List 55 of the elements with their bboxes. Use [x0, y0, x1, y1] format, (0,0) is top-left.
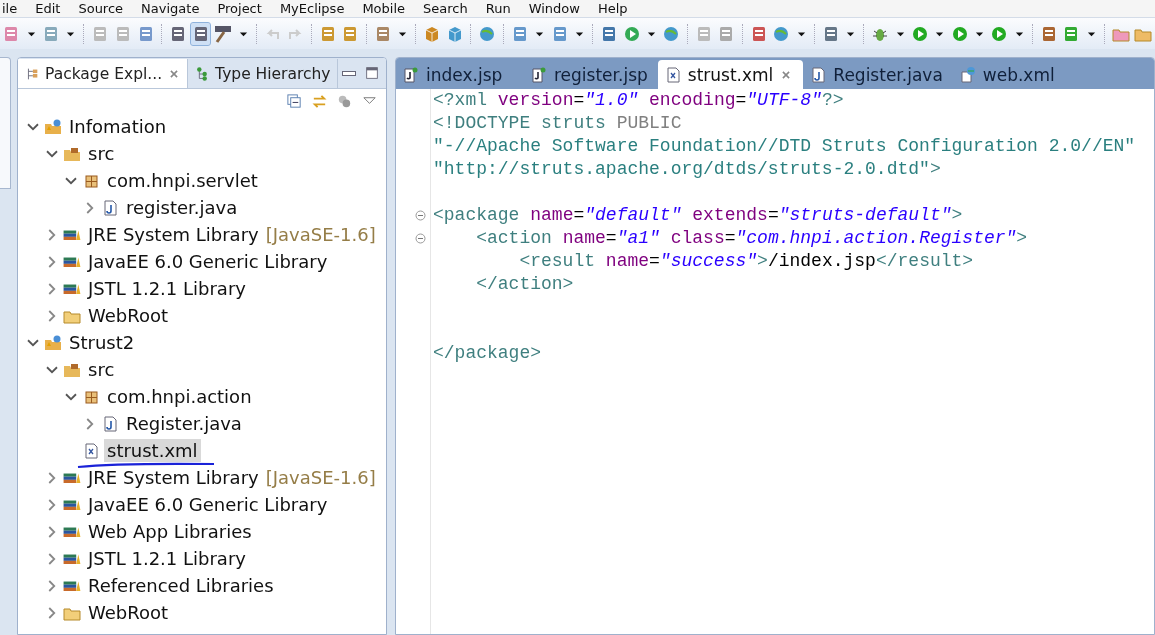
tree-item[interactable]: JSTL 1.2.1 Library — [85, 277, 249, 300]
tree-item[interactable]: Referenced Libraries — [85, 574, 277, 597]
tree-item[interactable]: com.hnpi.action — [104, 385, 255, 408]
editor-tab[interactable]: register.jsp — [524, 60, 658, 89]
tree-item[interactable]: JSTL 1.2.1 Library — [85, 547, 249, 570]
tab-label: Package Expl... — [45, 64, 163, 83]
view-tab[interactable]: Type Hierarchy — [188, 59, 338, 88]
tab-label: Type Hierarchy — [215, 64, 331, 83]
menu-item[interactable]: Edit — [35, 1, 61, 16]
tree-item[interactable]: Strust2 — [66, 331, 138, 354]
tree-item[interactable]: Web App Libraries — [85, 520, 255, 543]
menu-item[interactable]: Project — [217, 1, 262, 16]
tree-item[interactable]: Infomation — [66, 115, 170, 138]
tree-item[interactable]: JavaEE 6.0 Generic Library — [85, 493, 331, 516]
tree-item[interactable]: com.hnpi.servlet — [104, 169, 261, 192]
library-version: [JavaSE-1.6] — [265, 224, 376, 245]
tab-label: strust.xml — [687, 64, 774, 85]
tree-item[interactable]: JavaEE 6.0 Generic Library — [85, 250, 331, 273]
tab-label: Register.java — [833, 64, 943, 85]
menu-item[interactable]: ile — [2, 1, 18, 16]
tab-label: index.jsp — [426, 64, 503, 85]
code-line: <result name="success">/index.jsp</result> — [518, 250, 975, 273]
menu-item[interactable]: Mobile — [362, 1, 406, 16]
menu-item[interactable]: Window — [528, 1, 580, 16]
tab-label: web.xml — [982, 64, 1055, 85]
tree-item[interactable]: strust.xml — [104, 439, 201, 462]
code-line: <?xml version="1.0" encoding="UTF-8"?> — [433, 89, 845, 112]
menu-item[interactable]: MyEclipse — [279, 1, 345, 16]
tree-item[interactable]: JRE System Library — [85, 223, 262, 246]
code-line: </package> — [433, 342, 543, 365]
tree-item[interactable]: Register.java — [123, 412, 245, 435]
tree-item[interactable]: src — [85, 358, 118, 381]
tree-item[interactable]: WebRoot — [85, 304, 172, 327]
editor-tab[interactable]: index.jsp — [396, 60, 524, 89]
menu-item[interactable]: Help — [597, 1, 628, 16]
code-line: "-//Apache Software Foundation//DTD Struts Configuration 2.0//EN" — [433, 135, 1136, 158]
code-line: </action> — [475, 273, 575, 296]
menu-item[interactable]: Run — [485, 1, 511, 16]
editor-tab[interactable]: web.xml — [952, 60, 1081, 89]
tab-label: register.jsp — [554, 64, 648, 85]
code-line: <!DOCTYPE struts PUBLIC — [433, 112, 683, 135]
tree-item[interactable]: JRE System Library — [85, 466, 262, 489]
code-line: <action name="a1" class="com.hnpi.action.Register"> — [475, 227, 1029, 250]
view-tab[interactable]: Package Expl... — [18, 59, 189, 88]
tree-item[interactable]: register.java — [123, 196, 241, 219]
menu-item[interactable]: Source — [78, 1, 124, 16]
tree-item[interactable]: WebRoot — [85, 601, 172, 624]
menu-item[interactable]: Navigate — [141, 1, 200, 16]
library-version: [JavaSE-1.6] — [265, 467, 376, 488]
code-line: <package name="default" extends="struts-default"> — [433, 204, 964, 227]
editor-tab[interactable]: Register.java — [803, 60, 953, 89]
menu-item[interactable]: Search — [423, 1, 468, 16]
editor-tab[interactable]: strust.xml — [657, 60, 804, 89]
code-line: "http://struts.apache.org/dtds/struts-2.0.dtd"> — [433, 158, 942, 181]
tree-item[interactable]: src — [85, 142, 118, 165]
